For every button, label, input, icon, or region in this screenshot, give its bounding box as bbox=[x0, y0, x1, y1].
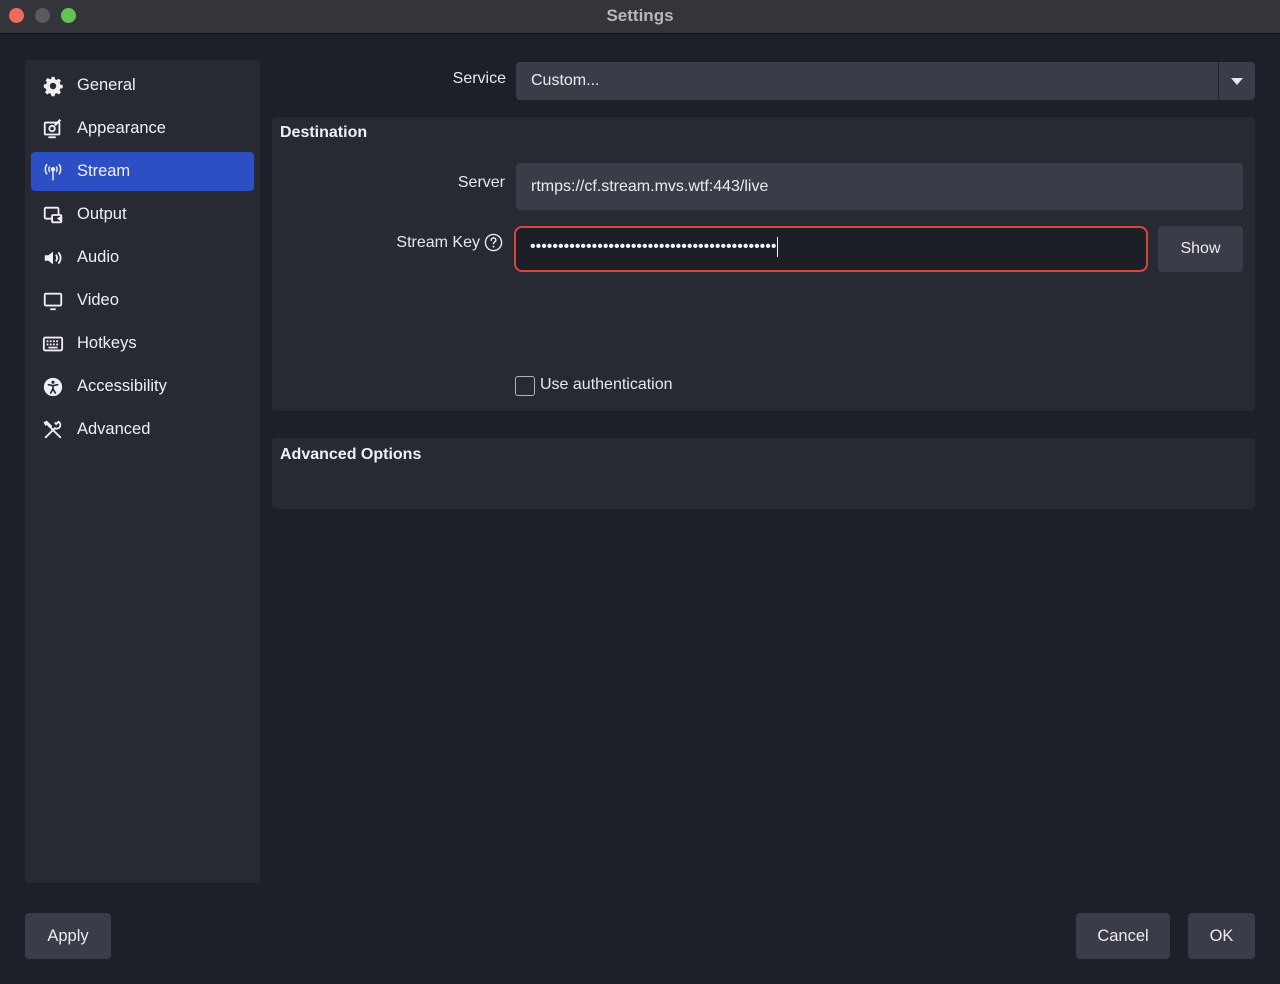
sidebar-item-audio[interactable]: Audio bbox=[31, 238, 254, 277]
destination-title: Destination bbox=[280, 124, 368, 141]
use-authentication-label[interactable]: Use authentication bbox=[540, 376, 673, 394]
tools-icon bbox=[41, 418, 65, 442]
settings-sidebar: General Appearance Stream Output Audio V… bbox=[25, 60, 260, 883]
chevron-down-icon[interactable] bbox=[1231, 78, 1243, 85]
service-label: Service bbox=[452, 70, 506, 87]
apply-button[interactable]: Apply bbox=[25, 913, 111, 959]
output-icon bbox=[41, 203, 65, 227]
stream-key-input[interactable]: ••••••••••••••••••••••••••••••••••••••••… bbox=[514, 226, 1148, 272]
cancel-button[interactable]: Cancel bbox=[1076, 913, 1170, 959]
sidebar-item-appearance[interactable]: Appearance bbox=[31, 109, 254, 148]
sidebar-item-label: Audio bbox=[77, 248, 120, 266]
server-field-value: rtmps://cf.stream.mvs.wtf:443/live bbox=[531, 178, 769, 195]
advanced-options-title: Advanced Options bbox=[280, 446, 422, 463]
window-title: Settings bbox=[606, 6, 674, 25]
sidebar-item-output[interactable]: Output bbox=[31, 195, 254, 234]
keyboard-icon bbox=[41, 332, 65, 356]
dropdown-divider bbox=[1218, 62, 1219, 100]
gear-icon bbox=[41, 74, 65, 98]
show-stream-key-button[interactable]: Show bbox=[1158, 226, 1243, 272]
sidebar-item-video[interactable]: Video bbox=[31, 281, 254, 320]
title-bar: Settings bbox=[0, 0, 1280, 34]
service-dropdown[interactable]: Custom... bbox=[516, 62, 1255, 100]
service-dropdown-value: Custom... bbox=[531, 72, 600, 89]
sidebar-item-label: Advanced bbox=[77, 420, 151, 438]
sidebar-item-label: General bbox=[77, 76, 136, 94]
use-authentication-checkbox[interactable] bbox=[515, 376, 535, 396]
help-icon[interactable] bbox=[484, 233, 503, 252]
sidebar-item-label: Stream bbox=[77, 162, 131, 180]
server-field[interactable]: rtmps://cf.stream.mvs.wtf:443/live bbox=[516, 163, 1243, 210]
antenna-icon bbox=[41, 160, 65, 184]
sidebar-item-label: Appearance bbox=[77, 119, 166, 137]
speaker-icon bbox=[41, 246, 65, 270]
accessibility-icon bbox=[41, 375, 65, 399]
text-caret bbox=[777, 237, 779, 257]
stream-key-label: Stream Key bbox=[396, 234, 480, 251]
sidebar-item-label: Video bbox=[77, 291, 119, 309]
ok-button[interactable]: OK bbox=[1188, 913, 1255, 959]
sidebar-item-general[interactable]: General bbox=[31, 66, 254, 105]
sidebar-item-accessibility[interactable]: Accessibility bbox=[31, 367, 254, 406]
sidebar-item-stream[interactable]: Stream bbox=[31, 152, 254, 191]
settings-window: Settings General Appearance Stream Outpu… bbox=[0, 0, 1280, 984]
stream-key-masked-wrapper: ••••••••••••••••••••••••••••••••••••••••… bbox=[530, 237, 779, 257]
stream-key-masked-value: ••••••••••••••••••••••••••••••••••••••••… bbox=[530, 238, 777, 256]
sidebar-item-label: Accessibility bbox=[77, 377, 167, 395]
monitor-icon bbox=[41, 289, 65, 313]
sidebar-item-advanced[interactable]: Advanced bbox=[31, 410, 254, 449]
sidebar-item-label: Hotkeys bbox=[77, 334, 137, 352]
advanced-options-group: Advanced Options bbox=[272, 438, 1255, 509]
appearance-icon bbox=[41, 117, 65, 141]
sidebar-item-label: Output bbox=[77, 205, 127, 223]
server-label: Server bbox=[457, 174, 505, 191]
sidebar-item-hotkeys[interactable]: Hotkeys bbox=[31, 324, 254, 363]
